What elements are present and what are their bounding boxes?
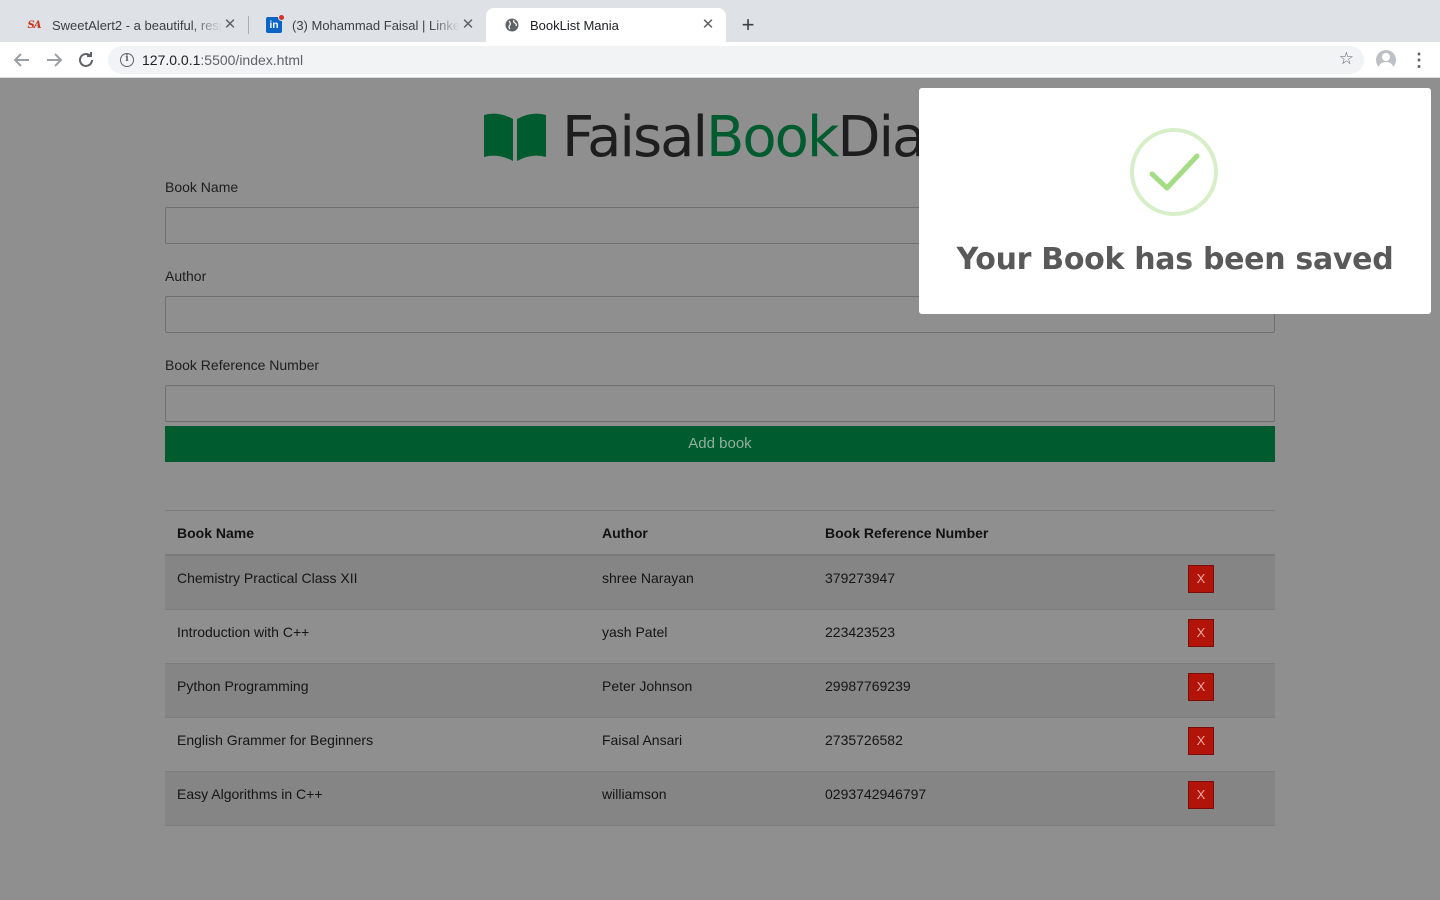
tab-linkedin[interactable]: in (3) Mohammad Faisal | LinkedIn ✕ xyxy=(248,8,486,42)
linkedin-icon-text: in xyxy=(269,19,279,31)
table-header: Book Name Author Book Reference Number xyxy=(165,511,1275,556)
cell-actions: X xyxy=(1176,781,1275,809)
book-list-table: Book Name Author Book Reference Number C… xyxy=(165,510,1275,826)
forward-arrow-icon[interactable] xyxy=(42,48,66,72)
cell-reference: 379273947 xyxy=(825,570,896,586)
cell-reference: 29987769239 xyxy=(825,678,911,694)
reference-number-label: Book Reference Number xyxy=(165,357,320,373)
header-reference: Book Reference Number xyxy=(825,524,989,541)
linkedin-icon: in xyxy=(266,14,285,33)
globe-icon xyxy=(504,17,520,33)
cell-book-name: Python Programming xyxy=(177,678,309,694)
table-row: English Grammer for Beginners Faisal Ans… xyxy=(165,718,1275,772)
address-bar[interactable]: i 127.0.0.1:5500/index.html ☆ xyxy=(108,46,1364,74)
browser-tabstrip: SA SweetAlert2 - a beautiful, responsive… xyxy=(0,0,1440,42)
cell-actions: X xyxy=(1176,565,1275,593)
success-toast[interactable]: Your Book has been saved xyxy=(919,88,1431,314)
header-book-name: Book Name xyxy=(177,524,255,541)
tab-booklist-mania[interactable]: BookList Mania ✕ xyxy=(486,8,726,42)
cell-author: Faisal Ansari xyxy=(602,732,683,748)
close-tab-icon[interactable]: ✕ xyxy=(700,17,716,33)
cell-reference: 2735726582 xyxy=(825,732,903,748)
cell-author: yash Patel xyxy=(602,624,668,640)
table-row: Chemistry Practical Class XII shree Nara… xyxy=(165,556,1275,610)
notification-dot xyxy=(278,14,285,21)
browser-toolbar: i 127.0.0.1:5500/index.html ☆ ⋮ xyxy=(0,42,1440,78)
table-row: Introduction with C++ yash Patel 2234235… xyxy=(165,610,1275,664)
cell-author: williamson xyxy=(602,786,667,802)
sweetalert-icon: SA xyxy=(27,19,42,31)
tab-title: SweetAlert2 - a beautiful, responsive xyxy=(52,17,222,33)
logo-text-faisal: Faisal xyxy=(562,104,708,170)
reload-icon[interactable] xyxy=(74,48,98,72)
back-arrow-icon[interactable] xyxy=(10,48,34,72)
profile-avatar-icon[interactable] xyxy=(1376,50,1396,70)
new-tab-button[interactable]: + xyxy=(736,13,760,37)
cell-reference: 0293742946797 xyxy=(825,786,927,802)
close-tab-icon[interactable]: ✕ xyxy=(222,17,238,33)
cell-book-name: Easy Algorithms in C++ xyxy=(177,786,323,802)
cell-book-name: Introduction with C++ xyxy=(177,624,310,640)
open-book-icon xyxy=(484,113,546,161)
success-check-icon xyxy=(1130,128,1218,216)
cell-actions: X xyxy=(1176,727,1275,755)
url-text: 127.0.0.1:5500/index.html xyxy=(142,52,303,68)
logo-text-book: Book xyxy=(706,104,839,170)
url-path: :5500/index.html xyxy=(200,52,304,68)
delete-button[interactable]: X xyxy=(1188,619,1214,647)
cell-actions: X xyxy=(1176,673,1275,701)
reference-number-input[interactable] xyxy=(165,385,1275,422)
url-host: 127.0.0.1 xyxy=(142,52,201,68)
cell-book-name: English Grammer for Beginners xyxy=(177,732,374,748)
cell-book-name: Chemistry Practical Class XII xyxy=(177,570,358,586)
bookmark-star-icon[interactable]: ☆ xyxy=(1339,49,1354,69)
delete-button[interactable]: X xyxy=(1188,565,1214,593)
tab-sweetalert[interactable]: SA SweetAlert2 - a beautiful, responsive… xyxy=(8,8,248,42)
site-logo: FaisalBookDiary xyxy=(482,105,979,170)
table-row: Python Programming Peter Johnson 2998776… xyxy=(165,664,1275,718)
cell-author: Peter Johnson xyxy=(602,678,693,694)
tab-title: (3) Mohammad Faisal | LinkedIn xyxy=(292,17,460,33)
delete-button[interactable]: X xyxy=(1188,727,1214,755)
cell-author: shree Narayan xyxy=(602,570,694,586)
site-info-icon[interactable]: i xyxy=(120,53,134,67)
tab-title: BookList Mania xyxy=(530,17,619,33)
cell-actions: X xyxy=(1176,619,1275,647)
logo-text: FaisalBookDiary xyxy=(562,104,979,170)
header-author: Author xyxy=(602,524,648,541)
toast-title: Your Book has been saved xyxy=(956,242,1394,277)
table-row: Easy Algorithms in C++ williamson 029374… xyxy=(165,772,1275,826)
delete-button[interactable]: X xyxy=(1188,781,1214,809)
add-book-button[interactable]: Add book xyxy=(165,426,1275,462)
more-menu-icon[interactable]: ⋮ xyxy=(1410,48,1428,72)
close-tab-icon[interactable]: ✕ xyxy=(460,17,476,33)
cell-reference: 223423523 xyxy=(825,624,896,640)
delete-button[interactable]: X xyxy=(1188,673,1214,701)
